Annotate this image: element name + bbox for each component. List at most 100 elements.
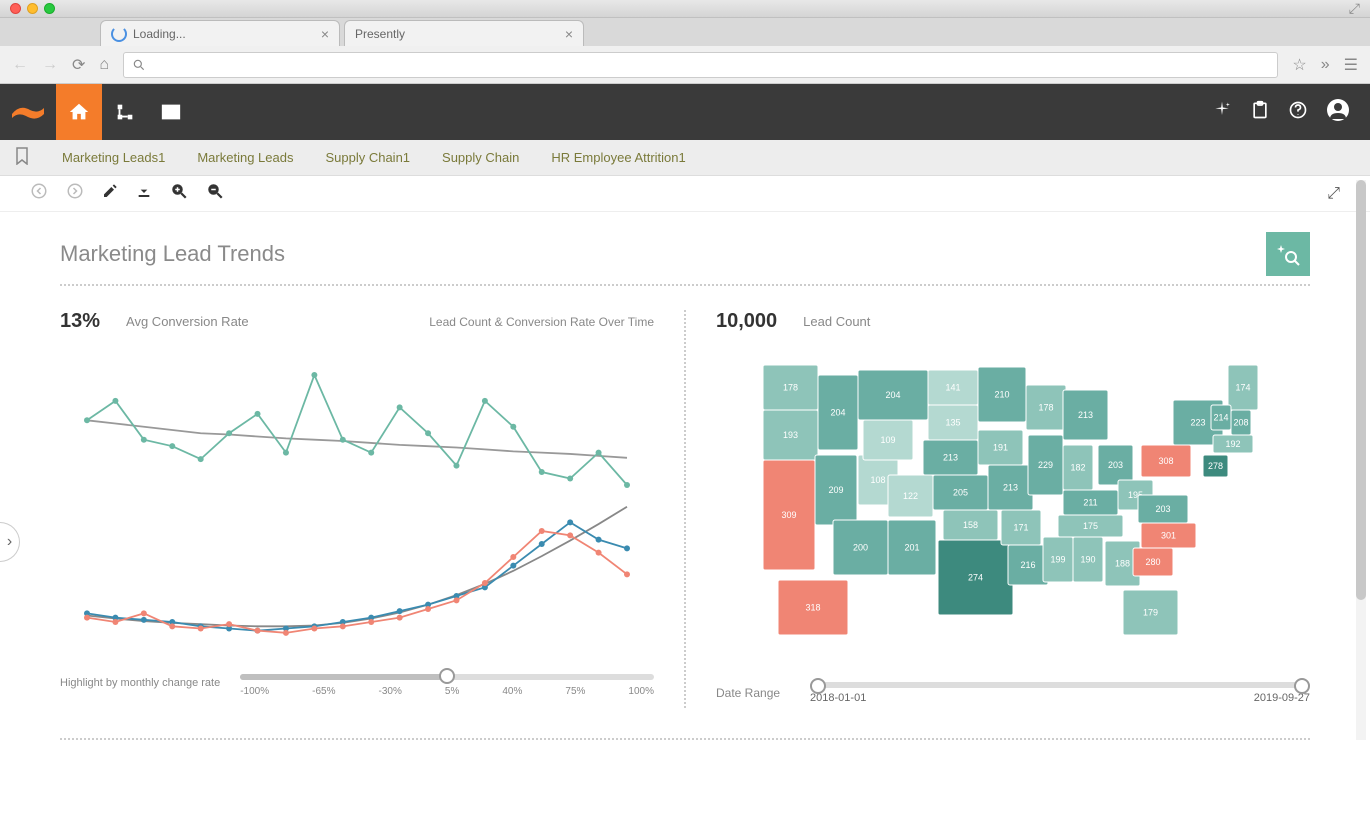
tick: 40%: [502, 686, 522, 697]
svg-text:174: 174: [1235, 383, 1250, 393]
svg-text:158: 158: [963, 520, 978, 530]
svg-text:203: 203: [1155, 504, 1170, 514]
svg-text:192: 192: [1225, 439, 1240, 449]
svg-text:178: 178: [783, 383, 798, 393]
tab-close-icon[interactable]: ×: [321, 26, 329, 42]
zoom-out-icon[interactable]: [206, 182, 224, 205]
home-icon: [68, 101, 90, 123]
chevron-right-icon[interactable]: »: [1321, 56, 1330, 74]
svg-text:301: 301: [1161, 531, 1176, 541]
change-rate-slider[interactable]: -100% -65% -30% 5% 40% 75% 100%: [240, 668, 654, 698]
svg-text:203: 203: [1108, 460, 1123, 470]
svg-text:179: 179: [1143, 608, 1158, 618]
app-header: [0, 84, 1370, 140]
svg-text:201: 201: [904, 543, 919, 553]
dashboard-title: Marketing Lead Trends: [60, 241, 285, 267]
book-icon: [160, 101, 182, 123]
panel-lead-trends: 13% Avg Conversion Rate Lead Count & Con…: [60, 310, 654, 708]
metric-conversion-rate: 13%: [60, 310, 100, 333]
svg-text:208: 208: [1233, 418, 1248, 428]
browser-tab-presently[interactable]: Presently ×: [344, 20, 584, 46]
svg-text:200: 200: [853, 543, 868, 553]
svg-text:188: 188: [1115, 559, 1130, 569]
svg-text:214: 214: [1213, 413, 1228, 423]
svg-text:204: 204: [885, 390, 900, 400]
tick: 5%: [445, 686, 459, 697]
help-icon[interactable]: [1288, 100, 1308, 125]
date-range-slider[interactable]: 2018-01-01 2019-09-27: [810, 678, 1310, 708]
svg-text:216: 216: [1020, 560, 1035, 570]
nav-home-button[interactable]: [56, 84, 102, 140]
svg-text:135: 135: [945, 418, 960, 428]
line-chart[interactable]: [60, 345, 654, 645]
zoom-in-icon[interactable]: [170, 182, 188, 205]
hierarchy-icon: [114, 101, 136, 123]
window-expand-icon[interactable]: ⤢: [1349, 0, 1360, 17]
dashboard-body: › Marketing Lead Trends 13% Avg Conversi…: [0, 212, 1370, 832]
fullscreen-icon[interactable]: ⤢: [1327, 185, 1340, 203]
nav-book-button[interactable]: [148, 84, 194, 140]
nav-forward-icon[interactable]: →: [42, 56, 58, 74]
sheet-tab-supply-chain1[interactable]: Supply Chain1: [325, 150, 410, 165]
tick: -100%: [240, 686, 269, 697]
app-logo[interactable]: [0, 84, 56, 140]
svg-text:182: 182: [1070, 463, 1085, 473]
scrollbar[interactable]: [1356, 180, 1366, 740]
nav-hierarchy-button[interactable]: [102, 84, 148, 140]
divider: [60, 284, 1310, 286]
panel-lead-map: 10,000 Lead Count 1781933092042091082002…: [716, 310, 1310, 708]
chart-subtitle: Lead Count & Conversion Rate Over Time: [429, 315, 654, 329]
window-close[interactable]: [10, 3, 21, 14]
svg-text:109: 109: [880, 435, 895, 445]
nav-reload-icon[interactable]: ⟳: [72, 55, 85, 75]
hamburger-menu-icon[interactable]: ☰: [1344, 55, 1358, 75]
step-back-icon[interactable]: [30, 182, 48, 205]
svg-text:213: 213: [1003, 483, 1018, 493]
nav-back-icon[interactable]: ←: [12, 56, 28, 74]
window-minimize[interactable]: [27, 3, 38, 14]
bookmark-icon[interactable]: [14, 147, 30, 168]
clipboard-icon[interactable]: [1250, 100, 1270, 125]
nav-home-icon[interactable]: ⌂: [99, 56, 109, 74]
svg-text:280: 280: [1145, 557, 1160, 567]
search-icon: [132, 58, 146, 72]
tab-close-icon[interactable]: ×: [565, 26, 573, 42]
tick: -30%: [379, 686, 402, 697]
scroll-thumb[interactable]: [1356, 180, 1366, 600]
svg-text:193: 193: [783, 430, 798, 440]
svg-text:278: 278: [1208, 461, 1223, 471]
sheet-tab-marketing-leads1[interactable]: Marketing Leads1: [62, 150, 165, 165]
metric-lead-count: 10,000: [716, 310, 777, 333]
svg-text:211: 211: [1083, 498, 1097, 508]
tick: 75%: [565, 686, 585, 697]
svg-text:309: 309: [781, 510, 796, 520]
sidebar-expand-handle[interactable]: ›: [0, 522, 20, 562]
us-map-chart[interactable]: 1781933092042091082002041091222011411352…: [716, 345, 1310, 665]
step-forward-icon[interactable]: [66, 182, 84, 205]
sheet-tab-hr-attrition1[interactable]: HR Employee Attrition1: [551, 150, 685, 165]
date-range-label: Date Range: [716, 686, 780, 700]
divider: [60, 738, 1310, 740]
browser-tab-loading[interactable]: Loading... ×: [100, 20, 340, 46]
url-bar[interactable]: [123, 52, 1278, 78]
bookmark-star-icon[interactable]: ☆: [1292, 55, 1306, 75]
sparkle-icon[interactable]: [1212, 100, 1232, 125]
user-avatar-icon[interactable]: [1326, 98, 1350, 127]
browser-tab-strip: Loading... × Presently ×: [0, 18, 1370, 46]
svg-text:175: 175: [1083, 521, 1098, 531]
svg-text:191: 191: [993, 443, 1008, 453]
tick: -65%: [312, 686, 335, 697]
download-icon[interactable]: [136, 183, 152, 204]
svg-text:141: 141: [945, 383, 960, 393]
svg-text:204: 204: [830, 408, 845, 418]
metric-label: Lead Count: [803, 314, 870, 329]
window-maximize[interactable]: [44, 3, 55, 14]
sheet-tab-marketing-leads[interactable]: Marketing Leads: [197, 150, 293, 165]
svg-text:190: 190: [1080, 555, 1095, 565]
edit-icon[interactable]: [102, 183, 118, 204]
sheet-tabs-row: Marketing Leads1 Marketing Leads Supply …: [0, 140, 1370, 176]
sheet-tab-supply-chain[interactable]: Supply Chain: [442, 150, 519, 165]
svg-text:213: 213: [943, 453, 958, 463]
insight-button[interactable]: [1266, 232, 1310, 276]
svg-text:213: 213: [1078, 410, 1093, 420]
